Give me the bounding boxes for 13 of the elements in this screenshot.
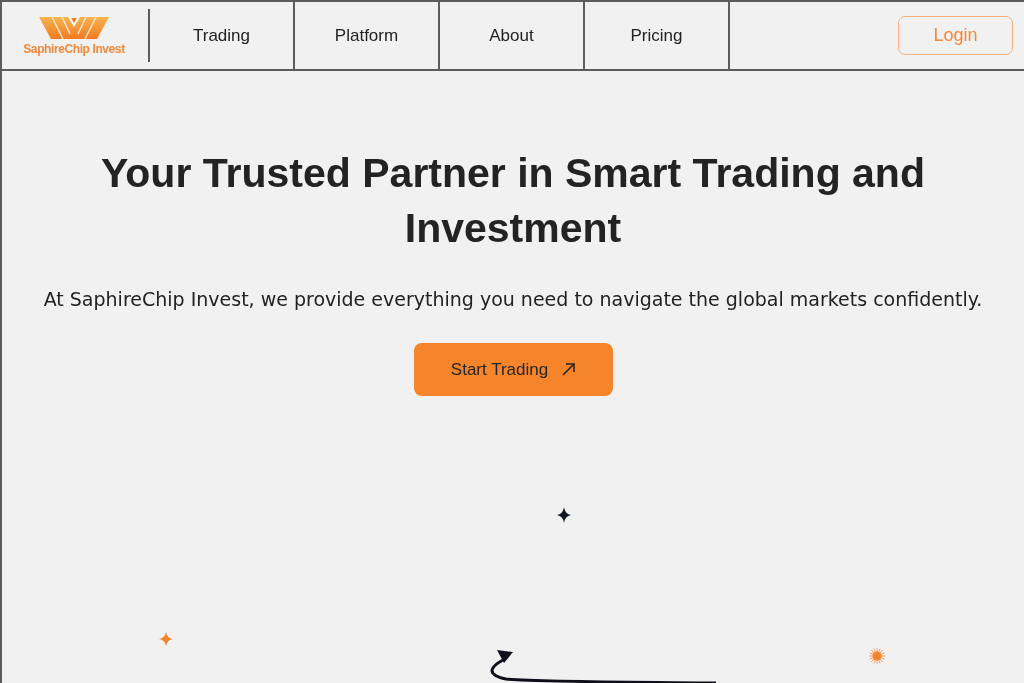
- hero-title: Your Trusted Partner in Smart Trading and Investment: [100, 149, 926, 253]
- arrow-icon: [562, 363, 576, 376]
- hero-subtitle: At SaphireChip Invest, we provide everything you need to navigate the global markets confidently.: [42, 287, 984, 312]
- brand-name: SaphireChip Invest: [23, 42, 125, 56]
- nav-link[interactable]: About: [440, 2, 585, 69]
- sparkle-icon: [159, 632, 173, 646]
- nav-link[interactable]: Platform: [295, 2, 440, 69]
- nav-link[interactable]: Trading: [150, 2, 295, 69]
- sparkle-icon: [557, 507, 571, 523]
- sunburst-icon: [869, 648, 885, 664]
- start-trading-button[interactable]: Start Trading: [413, 343, 613, 396]
- logo-icon: [39, 17, 109, 39]
- nav-link[interactable]: Pricing: [585, 2, 730, 69]
